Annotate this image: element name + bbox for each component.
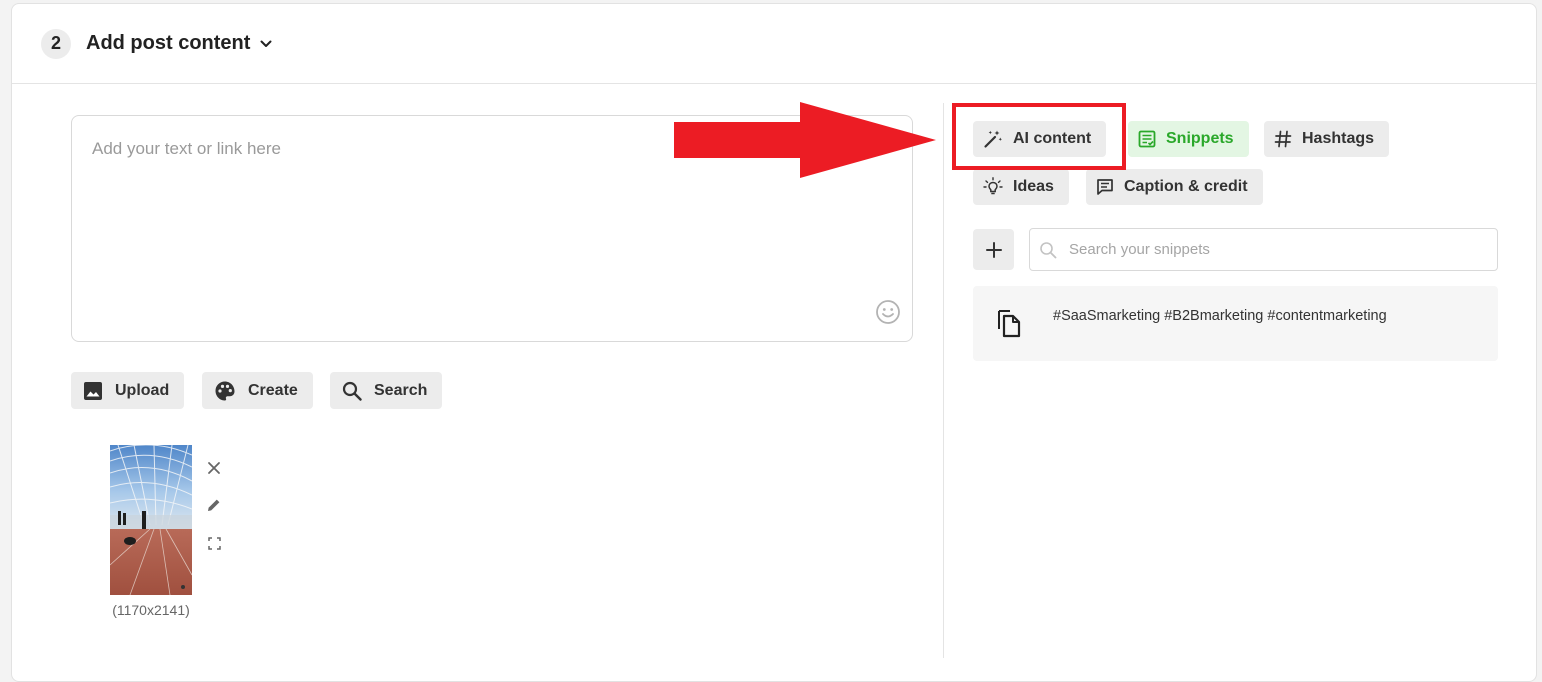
create-button[interactable]: Create (202, 372, 313, 409)
caption-credit-label: Caption & credit (1124, 178, 1248, 195)
post-composer-card: 2 Add post content Add your text or link… (11, 3, 1537, 682)
snippets-label: Snippets (1166, 130, 1234, 147)
annotation-arrow-icon (674, 102, 936, 178)
post-text-placeholder: Add your text or link here (92, 139, 281, 158)
snippets-tab[interactable]: Snippets (1128, 121, 1249, 157)
search-icon (1040, 241, 1057, 258)
attachment-dimensions: (1170x2141) (112, 602, 190, 618)
ideas-label: Ideas (1013, 178, 1054, 195)
magnifier-icon (342, 381, 362, 401)
search-media-button[interactable]: Search (330, 372, 443, 409)
upload-label: Upload (115, 381, 170, 399)
annotation-highlight-box (952, 103, 1126, 170)
column-divider (943, 103, 944, 658)
snippet-search-placeholder: Search your snippets (1069, 241, 1210, 258)
attachment-thumbnail[interactable] (110, 445, 192, 595)
lightbulb-icon (983, 177, 1003, 195)
image-icon (84, 381, 102, 400)
step-header[interactable]: 2 Add post content (12, 4, 1536, 84)
hashtags-label: Hashtags (1302, 130, 1375, 147)
snippet-text: #SaaSmarketing #B2Bmarketing #contentmar… (1053, 308, 1387, 324)
smiley-icon[interactable] (875, 299, 901, 325)
add-snippet-button[interactable] (973, 229, 1014, 270)
create-label: Create (248, 381, 298, 399)
plus-icon (985, 241, 1002, 258)
snippet-note-icon (1138, 130, 1156, 148)
upload-button[interactable]: Upload (71, 372, 185, 409)
caption-credit-tab[interactable]: Caption & credit (1086, 169, 1263, 205)
palette-icon (215, 381, 235, 400)
chevron-down-icon[interactable] (258, 36, 274, 52)
search-label: Search (374, 381, 428, 399)
hashtags-tab[interactable]: Hashtags (1264, 121, 1390, 157)
pencil-icon[interactable] (204, 495, 224, 515)
comment-icon (1097, 179, 1113, 195)
ideas-tab[interactable]: Ideas (973, 169, 1069, 205)
copy-icon[interactable] (995, 308, 1023, 343)
close-icon[interactable] (204, 458, 224, 478)
fullscreen-icon[interactable] (204, 533, 224, 553)
step-title: Add post content (86, 32, 251, 54)
step-number-badge: 2 (41, 28, 71, 59)
snippet-list-item[interactable]: #SaaSmarketing #B2Bmarketing #contentmar… (973, 286, 1498, 361)
hashtag-icon (1274, 130, 1292, 148)
snippet-search-input[interactable]: Search your snippets (1029, 228, 1498, 271)
